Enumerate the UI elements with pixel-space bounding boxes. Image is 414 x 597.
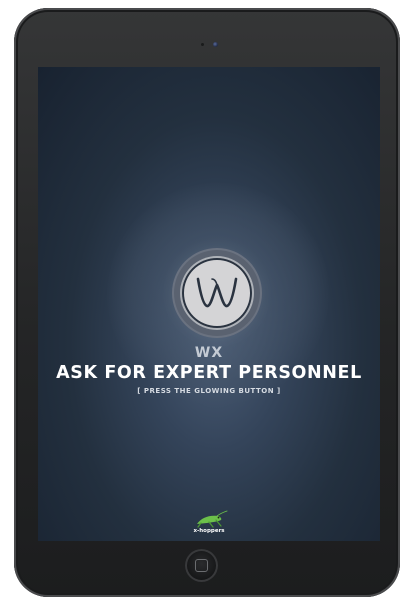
front-camera	[213, 42, 218, 47]
sensor-dot	[201, 43, 204, 46]
w-logo-icon	[182, 258, 252, 328]
w-logo-glyph	[196, 277, 238, 308]
home-icon	[195, 559, 208, 572]
brand-name: x-hoppers	[193, 528, 225, 534]
home-button[interactable]	[185, 549, 218, 582]
headline: ASK FOR EXPERT PERSONNEL	[56, 363, 362, 383]
app-subtitle: WX	[194, 345, 224, 361]
grasshopper-icon	[197, 510, 228, 528]
app-screen: WX ASK FOR EXPERT PERSONNEL [ PRESS THE …	[38, 67, 380, 541]
instruction-hint: [ PRESS THE GLOWING BUTTON ]	[137, 387, 281, 395]
expert-call-button[interactable]	[174, 250, 260, 336]
brand-logo: x-hoppers	[189, 510, 229, 538]
